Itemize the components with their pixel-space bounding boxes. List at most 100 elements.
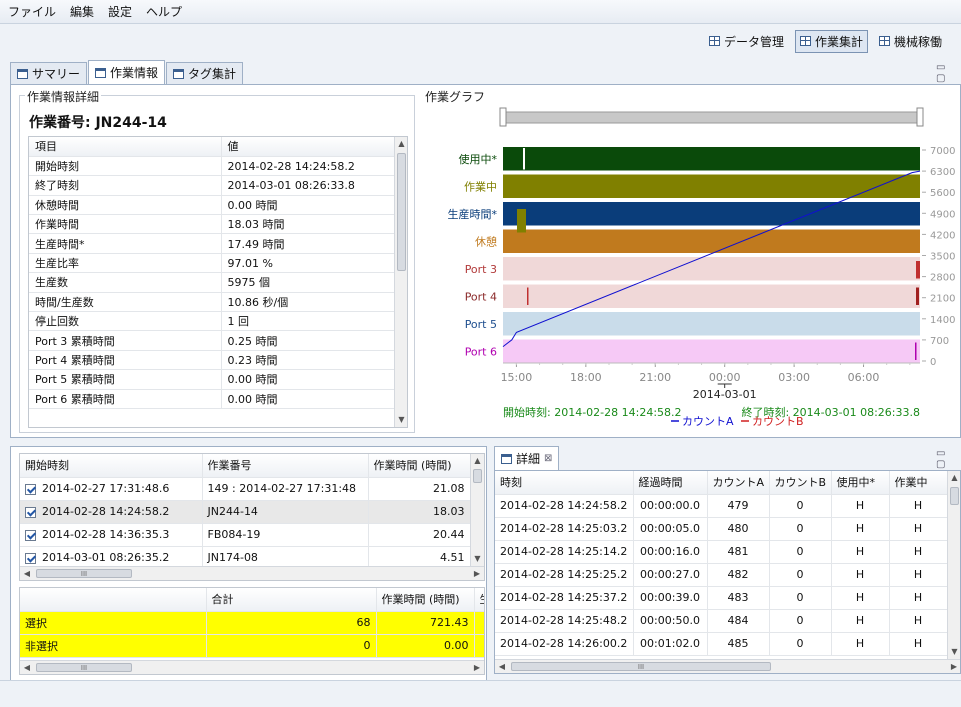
property-row[interactable]: 開始時刻 2014-02-28 14:24:58.2 <box>29 156 396 177</box>
property-value: 0.25 時間 <box>221 330 396 351</box>
state-bar-2 <box>503 202 920 226</box>
column-header-item[interactable]: 項目 <box>29 137 222 157</box>
menu-help[interactable]: ヘルプ <box>146 3 182 20</box>
detail-in-use: H <box>831 632 890 656</box>
scroll-thumb[interactable] <box>950 487 959 505</box>
detail-time: 2014-02-28 14:26:00.2 <box>495 632 634 656</box>
totals-header-extra[interactable]: 生 <box>474 588 484 612</box>
job-row[interactable]: 2014-02-27 17:31:48.6 149 : 2014-02-27 17… <box>20 477 471 501</box>
row-checkbox[interactable] <box>25 483 36 495</box>
row-checkbox[interactable] <box>25 552 36 564</box>
property-row[interactable]: 時間/生産数 10.86 秒/個 <box>29 292 396 313</box>
property-row[interactable]: 生産数 5975 個 <box>29 272 396 293</box>
scroll-down-arrow-icon[interactable]: ▼ <box>471 552 484 566</box>
detail-row[interactable]: 2014-02-28 14:25:25.2 00:00:27.0 482 0 H H <box>495 563 948 587</box>
detail-row[interactable]: 2014-02-28 14:25:37.2 00:00:39.0 483 0 H H <box>495 586 948 610</box>
property-row[interactable]: Port 5 累積時間 0.00 時間 <box>29 369 396 390</box>
work-info-panel: 作業情報詳細 作業番号: JN244-14 項目 値 開始時刻 2014-02-2… <box>10 84 961 438</box>
minimize-maximize-icon[interactable]: ▭ ▢ <box>936 448 961 470</box>
column-header-elapsed[interactable]: 経過時間 <box>633 471 708 495</box>
detail-count-a: 485 <box>707 632 770 656</box>
column-header-job-number[interactable]: 作業番号 <box>202 454 369 478</box>
column-header-count-a[interactable]: カウントA <box>707 471 770 495</box>
property-row[interactable]: Port 4 累積時間 0.23 時間 <box>29 350 396 371</box>
property-row[interactable]: Port 3 累積時間 0.25 時間 <box>29 330 396 351</box>
menu-file[interactable]: ファイル <box>8 3 56 20</box>
property-row[interactable]: 停止回数 1 回 <box>29 311 396 332</box>
tab-summary[interactable]: サマリー <box>10 62 88 84</box>
detail-row[interactable]: 2014-02-28 14:25:03.2 00:00:05.0 480 0 H H <box>495 517 948 541</box>
column-header-count-b[interactable]: カウントB <box>769 471 832 495</box>
detail-working: H <box>889 609 948 633</box>
column-header-work-time[interactable]: 作業時間 (時間) <box>368 454 471 478</box>
totals-table-hscroll[interactable]: ◀ III ▶ <box>20 660 484 674</box>
x-tick-label: 15:00 <box>501 371 533 384</box>
job-row[interactable]: 2014-02-28 14:36:35.3 FB084-19 20.44 <box>20 523 471 547</box>
detail-table-hscroll[interactable]: ◀ III ▶ <box>495 659 960 673</box>
scroll-thumb[interactable]: III <box>36 663 132 672</box>
scroll-thumb[interactable] <box>473 469 482 483</box>
scroll-thumb[interactable] <box>397 153 406 271</box>
property-name: Port 6 累積時間 <box>29 389 222 409</box>
scroll-right-arrow-icon[interactable]: ▶ <box>947 660 960 673</box>
tab-work-info[interactable]: 作業情報 <box>88 60 166 84</box>
column-header-value[interactable]: 値 <box>221 137 396 157</box>
y-tick-label: 3500 <box>930 252 955 263</box>
graph-group-label: 作業グラフ <box>423 88 488 105</box>
column-header-working[interactable]: 作業中 <box>889 471 948 495</box>
property-row[interactable]: 生産時間* 17.49 時間 <box>29 233 396 254</box>
scroll-right-arrow-icon[interactable]: ▶ <box>470 661 484 674</box>
property-row[interactable]: Port 6 累積時間 0.00 時間 <box>29 389 396 409</box>
property-row[interactable]: 休憩時間 0.00 時間 <box>29 195 396 216</box>
property-table-vscroll[interactable]: ▲ ▼ <box>394 137 407 427</box>
detail-count-b: 0 <box>769 586 832 610</box>
scroll-up-arrow-icon[interactable]: ▲ <box>471 454 484 468</box>
totals-sum: 68 <box>206 611 377 635</box>
tab-tag-summary[interactable]: タグ集計 <box>166 62 244 84</box>
job-table-vscroll[interactable]: ▲ ▼ <box>470 454 484 566</box>
perspective-data-management[interactable]: データ管理 <box>704 30 789 53</box>
detail-row[interactable]: 2014-02-28 14:24:58.2 00:00:00.0 479 0 H H <box>495 494 948 518</box>
scroll-thumb[interactable]: III <box>511 662 771 671</box>
column-header-time[interactable]: 時刻 <box>495 471 634 495</box>
column-header-in-use[interactable]: 使用中* <box>831 471 890 495</box>
scroll-up-arrow-icon[interactable]: ▲ <box>395 137 407 151</box>
menu-edit[interactable]: 編集 <box>70 3 94 20</box>
row-checkbox[interactable] <box>25 529 36 541</box>
property-row[interactable]: 生産比率 97.01 % <box>29 253 396 274</box>
job-row[interactable]: 2014-02-28 14:24:58.2 JN244-14 18.03 <box>20 500 471 524</box>
scroll-thumb[interactable]: III <box>36 569 132 578</box>
job-start-time: 2014-02-27 17:31:48.6 <box>20 477 203 501</box>
close-icon[interactable]: ⊠ <box>544 453 552 464</box>
detail-row[interactable]: 2014-02-28 14:25:48.2 00:00:50.0 484 0 H H <box>495 609 948 633</box>
tab-detail[interactable]: 詳細 ⊠ <box>494 446 560 470</box>
detail-row[interactable]: 2014-02-28 14:25:14.2 00:00:16.0 481 0 H H <box>495 540 948 564</box>
job-table-hscroll[interactable]: ◀ III ▶ <box>20 566 484 580</box>
scroll-down-arrow-icon[interactable]: ▼ <box>948 645 960 659</box>
property-row[interactable]: 作業時間 18.03 時間 <box>29 214 396 235</box>
detail-working: H <box>889 494 948 518</box>
detail-elapsed: 00:00:39.0 <box>633 586 708 610</box>
scroll-left-arrow-icon[interactable]: ◀ <box>20 567 34 580</box>
minimize-maximize-icon[interactable]: ▭ ▢ <box>936 62 961 84</box>
state-gap-mark <box>517 209 526 233</box>
perspective-machine-operation[interactable]: 機械稼働 <box>874 30 947 53</box>
scroll-right-arrow-icon[interactable]: ▶ <box>470 567 484 580</box>
scroll-up-arrow-icon[interactable]: ▲ <box>948 471 960 485</box>
scroll-down-arrow-icon[interactable]: ▼ <box>395 413 407 427</box>
detail-table-vscroll[interactable]: ▲ ▼ <box>947 471 960 659</box>
perspective-work-summary[interactable]: 作業集計 <box>794 29 868 53</box>
totals-header-sum[interactable]: 合計 <box>206 588 377 612</box>
detail-row[interactable]: 2014-02-28 14:26:00.2 00:01:02.0 485 0 H H <box>495 632 948 656</box>
detail-tab-row: 詳細 ⊠ <box>494 446 560 470</box>
property-row[interactable]: 終了時刻 2014-03-01 08:26:33.8 <box>29 175 396 196</box>
column-header-start-time[interactable]: 開始時刻 <box>20 454 203 478</box>
menu-settings[interactable]: 設定 <box>108 3 132 20</box>
scroll-left-arrow-icon[interactable]: ◀ <box>495 660 509 673</box>
totals-table: 合計 作業時間 (時間) 生 選択68721.43非選択00.00 <box>20 588 484 658</box>
property-value: 97.01 % <box>221 253 396 274</box>
work-graph[interactable]: 使用中* 作業中生産時間* 休憩 Port 3 Port 4 Port 5 Port 6 70… <box>423 105 958 435</box>
scroll-left-arrow-icon[interactable]: ◀ <box>20 661 34 674</box>
totals-header-work-time[interactable]: 作業時間 (時間) <box>376 588 475 612</box>
row-checkbox[interactable] <box>25 506 36 518</box>
